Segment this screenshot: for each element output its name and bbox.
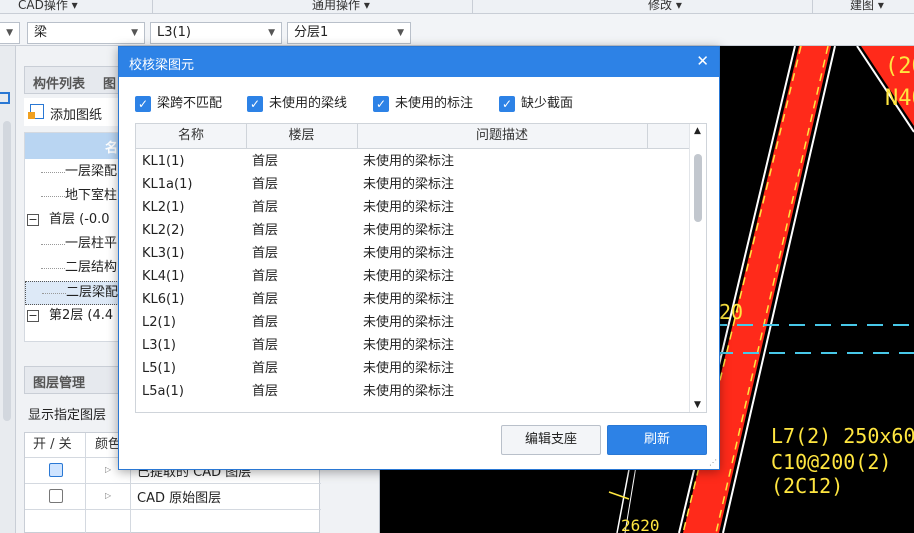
tree-header: 名 xyxy=(25,133,121,159)
filter-unused-annotation[interactable]: ✓ 未使用的标注 xyxy=(373,95,491,115)
close-icon[interactable]: ✕ xyxy=(696,52,709,70)
layer-panel-title: 图层管理 xyxy=(24,366,120,394)
cad-beam-label: L7(2) 250x600 xyxy=(771,424,914,448)
add-drawing-label: 添加图纸 xyxy=(50,108,103,123)
table-row[interactable]: KL6(1) 首层 未使用的梁标注 xyxy=(136,288,690,311)
layer-checkbox-original[interactable] xyxy=(49,489,63,503)
collapse-icon[interactable]: − xyxy=(27,310,39,322)
component-name-value: L3(1) xyxy=(157,25,191,40)
menu-cad-operations[interactable]: CAD操作 ▾ xyxy=(18,0,78,13)
left-scrollbar[interactable] xyxy=(3,121,11,421)
layer-select[interactable]: 分层1 ▼ xyxy=(287,22,411,44)
tree-group[interactable]: − 首层 (-0.0 xyxy=(25,209,121,233)
scroll-down-icon[interactable]: ▼ xyxy=(694,400,701,410)
drawing-tree: 名 一层梁配 地下室柱 − 首层 (-0.0 一层柱平 二层结构 二层梁配 − 第2… xyxy=(24,132,121,342)
table-row[interactable]: KL3(1) 首层 未使用的梁标注 xyxy=(136,242,690,265)
tab-component-list[interactable]: 构件列表 xyxy=(33,73,85,92)
tree-item[interactable]: 一层柱平 xyxy=(25,233,121,257)
dialog-title: 校核梁图元 xyxy=(129,58,195,73)
cad-rebar-label: (2C12) xyxy=(771,474,844,498)
issue-table-header: 名称 楼层 问题描述 xyxy=(136,124,690,149)
filter-missing-section[interactable]: ✓ 缺少截面 xyxy=(499,95,589,115)
filter-span-mismatch[interactable]: ✓ 梁跨不匹配 xyxy=(135,95,239,115)
expand-icon[interactable]: ▷ xyxy=(105,491,111,500)
layer-checkbox-extracted[interactable] xyxy=(49,463,63,477)
menu-build-drawing[interactable]: 建图 ▾ xyxy=(850,0,884,13)
component-tab-row: 构件列表 图 xyxy=(24,66,120,94)
issue-table: 名称 楼层 问题描述 KL1(1) 首层 未使用的梁标注 KL1a(1) 首层 未使用的… xyxy=(135,123,707,413)
table-scrollbar[interactable]: ▲ ▼ xyxy=(689,124,706,412)
table-row[interactable]: KL2(1) 首层 未使用的梁标注 xyxy=(136,196,690,219)
filter-unused-beam-line[interactable]: ✓ 未使用的梁线 xyxy=(247,95,365,115)
table-row[interactable]: KL4(1) 首层 未使用的梁标注 xyxy=(136,265,690,288)
edit-support-button[interactable]: 编辑支座 xyxy=(501,425,601,455)
tree-item-selected[interactable]: 二层梁配 xyxy=(25,281,121,305)
checkbox-checked-icon[interactable]: ✓ xyxy=(135,96,151,112)
tree-item[interactable]: 二层结构 xyxy=(25,257,121,281)
tree-header-label: 名 xyxy=(105,141,119,156)
show-specified-layer[interactable]: 显示指定图层 xyxy=(28,404,106,423)
expand-icon[interactable]: ▷ xyxy=(105,465,111,474)
cad-text-top: (20 xyxy=(885,54,914,79)
toolbar: ▼ 梁 ▼ L3(1) ▼ 分层1 ▼ xyxy=(0,14,914,46)
menu-general-operations[interactable]: 通用操作 ▾ xyxy=(312,0,370,13)
chevron-down-icon: ▼ xyxy=(397,28,404,38)
cad-text-top: N40 xyxy=(885,86,914,111)
checkbox-checked-icon[interactable]: ✓ xyxy=(499,96,515,112)
menu-modify[interactable]: 修改 ▾ xyxy=(648,0,682,13)
table-row[interactable]: L3(1) 首层 未使用的梁标注 xyxy=(136,334,690,357)
category-select-value: 梁 xyxy=(34,25,48,40)
checkbox-checked-icon[interactable]: ✓ xyxy=(247,96,263,112)
layer-name: CAD 原始图层 xyxy=(137,491,222,506)
refresh-button[interactable]: 刷新 xyxy=(607,425,707,455)
panel-toggle-icon[interactable] xyxy=(0,92,10,104)
col-floor[interactable]: 楼层 xyxy=(246,124,357,149)
collapse-icon[interactable]: − xyxy=(27,214,39,226)
left-strip xyxy=(0,46,16,533)
dialog-title-bar[interactable]: 校核梁图元 ✕ xyxy=(119,47,719,77)
col-name[interactable]: 名称 xyxy=(136,124,246,149)
table-row[interactable]: L5a(1) 首层 未使用的梁标注 xyxy=(136,380,690,403)
cad-text-mid: 20 xyxy=(719,300,744,324)
tab-drawing[interactable]: 图 xyxy=(103,73,116,92)
chevron-down-icon: ▼ xyxy=(6,28,13,38)
category-select[interactable]: 梁 ▼ xyxy=(27,22,145,44)
table-row[interactable]: L5(1) 首层 未使用的梁标注 xyxy=(136,357,690,380)
cad-text-bottom: 2620 xyxy=(621,516,660,533)
left-edge-select[interactable]: ▼ xyxy=(0,22,20,44)
scroll-up-icon[interactable]: ▲ xyxy=(694,126,701,136)
col-issue[interactable]: 问题描述 xyxy=(357,124,647,149)
add-drawing-button[interactable]: 添加图纸 xyxy=(24,98,120,126)
component-name-select[interactable]: L3(1) ▼ xyxy=(150,22,282,44)
table-row[interactable]: KL1(1) 首层 未使用的梁标注 xyxy=(136,150,690,173)
scroll-thumb[interactable] xyxy=(694,154,702,222)
table-row[interactable]: KL1a(1) 首层 未使用的梁标注 xyxy=(136,173,690,196)
check-beam-dialog: 校核梁图元 ✕ ✓ 梁跨不匹配 ✓ 未使用的梁线 ✓ 未使用的标注 ✓ 缺少截面… xyxy=(118,46,720,470)
tree-item[interactable]: 一层梁配 xyxy=(25,161,121,185)
resize-grip-icon[interactable]: ⋰ xyxy=(709,458,717,467)
col-onoff: 开 / 关 xyxy=(33,437,72,452)
table-row[interactable]: L2(1) 首层 未使用的梁标注 xyxy=(136,311,690,334)
checkbox-checked-icon[interactable]: ✓ xyxy=(373,96,389,112)
add-drawing-icon xyxy=(28,104,44,119)
chevron-down-icon: ▼ xyxy=(131,28,138,38)
menu-bar: CAD操作 ▾ 通用操作 ▾ 修改 ▾ 建图 ▾ xyxy=(0,0,914,14)
chevron-down-icon: ▼ xyxy=(268,28,275,38)
table-row[interactable]: KL2(2) 首层 未使用的梁标注 xyxy=(136,219,690,242)
tree-group[interactable]: − 第2层 (4.4 xyxy=(25,305,121,329)
tree-item[interactable]: 地下室柱 xyxy=(25,185,121,209)
layer-select-value: 分层1 xyxy=(294,25,329,40)
cad-stirrup-label: C10@200(2) xyxy=(771,450,892,474)
